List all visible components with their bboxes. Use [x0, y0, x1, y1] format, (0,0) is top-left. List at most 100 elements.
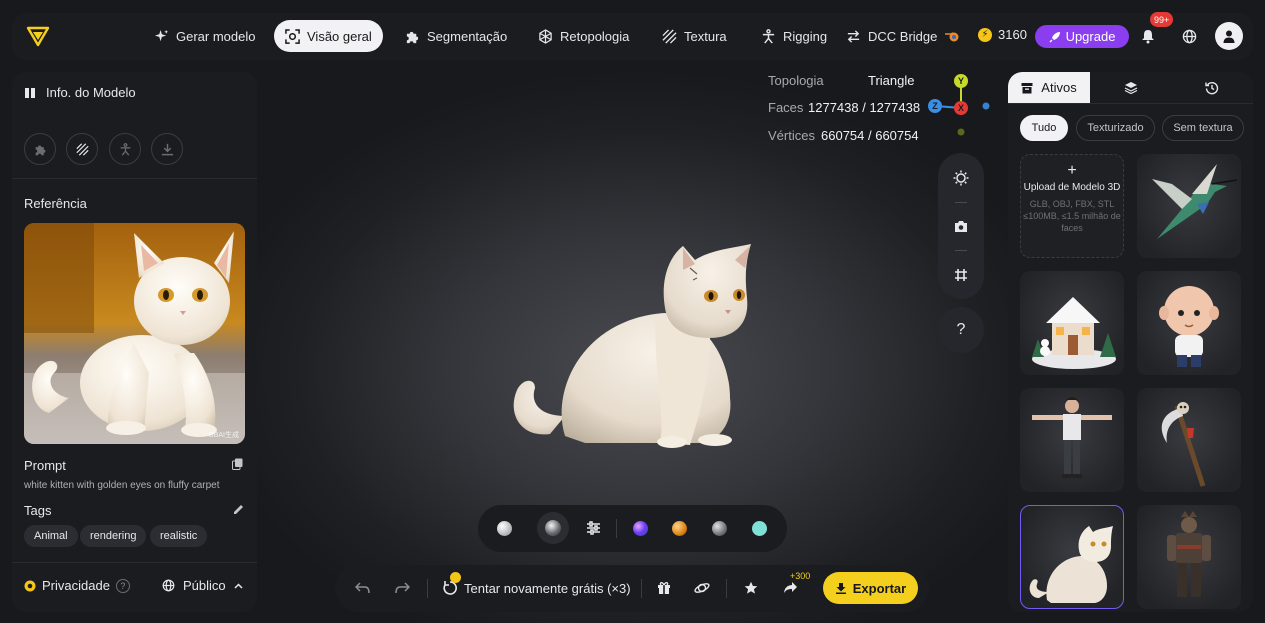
clay-material-icon[interactable]	[497, 521, 512, 536]
tag-chip[interactable]: Animal	[24, 525, 78, 547]
axis-y[interactable]: Y	[954, 74, 968, 88]
undo-icon[interactable]	[355, 582, 370, 594]
3d-model-kitten[interactable]	[505, 238, 765, 450]
asset-card-man-tpose[interactable]	[1020, 388, 1124, 492]
textured-sphere-icon	[545, 520, 561, 536]
scan-icon	[285, 28, 300, 44]
privacy-control[interactable]: Privacidade ?	[24, 578, 130, 593]
tab-ativos[interactable]: Ativos	[1008, 72, 1090, 103]
nav-dcc-bridge[interactable]: DCC Bridge	[835, 20, 971, 52]
tab-label: Ativos	[1041, 80, 1077, 95]
tag-chip[interactable]: rendering	[80, 525, 147, 547]
upload-model-card[interactable]: + Upload de Modelo 3D GLB, OBJ, FBX, STL…	[1020, 154, 1124, 258]
user-avatar[interactable]	[1215, 22, 1243, 50]
rigging-tool-button[interactable]	[109, 133, 141, 165]
asset-card-kitten-selected[interactable]	[1020, 505, 1124, 609]
globe-icon	[162, 579, 175, 592]
nav-label: Visão geral	[307, 28, 372, 44]
visibility-label: Público	[183, 578, 226, 593]
visibility-select[interactable]: Público	[162, 578, 243, 593]
layers-icon	[1124, 82, 1137, 94]
copy-icon[interactable]	[232, 458, 243, 470]
metal-material-icon[interactable]	[672, 521, 687, 536]
matte-material-icon[interactable]	[712, 521, 727, 536]
nav-visao-geral[interactable]: Visão geral	[274, 20, 383, 52]
vertices-value: 660754 / 660754	[821, 128, 919, 143]
nav-label: Rigging	[783, 28, 828, 44]
top-bar: Gerar modelo Visão geral Segmentação Ret…	[12, 12, 1253, 60]
nav-label: Textura	[684, 28, 727, 44]
tags-heading: Tags	[24, 503, 52, 518]
texture-icon	[662, 28, 677, 44]
asset-card-warrior[interactable]	[1137, 505, 1241, 609]
sparkle-icon	[154, 29, 169, 41]
asset-card-scythe[interactable]	[1137, 388, 1241, 492]
assets-panel: Ativos Tudo Texturizado Sem textura + Up…	[1008, 72, 1253, 612]
help-icon[interactable]: ?	[115, 578, 130, 593]
nav-gerar-modelo[interactable]: Gerar modelo	[143, 20, 266, 52]
axis-gizmo[interactable]: Y Z X	[926, 72, 996, 142]
sliders-icon[interactable]	[586, 521, 601, 535]
asset-card-cartoon-boy[interactable]	[1137, 271, 1241, 375]
prompt-text: white kitten with golden eyes on fluffy …	[24, 480, 220, 491]
segment-tool-button[interactable]	[24, 133, 56, 165]
credits-count: 3160	[998, 27, 1027, 42]
bell-icon	[1142, 29, 1154, 43]
download-icon	[161, 143, 173, 155]
light-icon[interactable]	[953, 170, 969, 186]
tab-layers[interactable]	[1090, 72, 1171, 103]
puzzle-icon	[406, 31, 419, 43]
grid-icon[interactable]	[954, 268, 968, 282]
redo-icon[interactable]	[395, 582, 410, 594]
textured-material-button[interactable]	[537, 512, 569, 544]
tab-history[interactable]	[1171, 72, 1253, 103]
app-logo[interactable]	[26, 24, 50, 48]
language-button[interactable]	[1175, 22, 1203, 50]
texture-tool-button[interactable]	[66, 133, 98, 165]
gift-icon[interactable]	[657, 581, 671, 595]
asset-card-snow-house[interactable]	[1020, 271, 1124, 375]
tag-chip[interactable]: realistic	[150, 525, 208, 547]
figure-icon	[762, 28, 775, 44]
mesh-icon	[539, 28, 552, 44]
watermark-text: BBAI生成	[209, 432, 239, 439]
privacy-label: Privacidade	[42, 578, 110, 593]
divider	[726, 579, 727, 598]
download-tool-button[interactable]	[151, 133, 183, 165]
retry-icon	[442, 572, 461, 596]
notification-badge: 99+	[1150, 12, 1174, 27]
star-icon[interactable]	[744, 581, 758, 595]
filter-tudo[interactable]: Tudo	[1020, 115, 1068, 141]
upgrade-button[interactable]: Upgrade	[1035, 25, 1129, 48]
filter-texturizado[interactable]: Texturizado	[1076, 115, 1155, 141]
divider	[12, 562, 257, 563]
share-bonus: +300	[790, 571, 811, 581]
nav-label: Segmentação	[427, 28, 508, 44]
color-material-icon[interactable]	[752, 521, 767, 536]
axis-z[interactable]: Z	[928, 99, 942, 113]
upgrade-label: Upgrade	[1065, 29, 1116, 44]
asset-card-hummingbird[interactable]	[1137, 154, 1241, 258]
reference-image[interactable]: BBAI生成	[24, 223, 245, 444]
divider	[427, 579, 428, 598]
nav-segmentacao[interactable]: Segmentação	[394, 20, 518, 52]
nav-retopologia[interactable]: Retopologia	[527, 20, 640, 52]
filter-sem-textura[interactable]: Sem textura	[1162, 115, 1244, 141]
camera-icon[interactable]	[954, 220, 968, 233]
nav-rigging[interactable]: Rigging	[750, 20, 838, 52]
retry-button[interactable]: Tentar novamente grátis (×3)	[442, 572, 631, 596]
credits-display[interactable]: ⚡ 3160	[978, 27, 1027, 42]
faces-value: 1277438 / 1277438	[808, 100, 921, 115]
prompt-heading: Prompt	[24, 458, 66, 473]
download-icon	[835, 583, 846, 594]
export-button[interactable]: Exportar	[823, 572, 918, 604]
action-bar: Tentar novamente grátis (×3) +300 Export…	[335, 565, 929, 612]
help-button[interactable]: ?	[938, 307, 984, 353]
nav-textura[interactable]: Textura	[651, 20, 738, 52]
model-info-panel: Info. do Modelo Referência BBAI生成 Prompt…	[12, 72, 257, 612]
axis-x[interactable]: X	[954, 101, 968, 115]
share-icon[interactable]	[783, 581, 798, 594]
edit-icon[interactable]	[233, 504, 244, 515]
normal-material-icon[interactable]	[633, 521, 648, 536]
orbit-icon[interactable]	[694, 580, 710, 596]
